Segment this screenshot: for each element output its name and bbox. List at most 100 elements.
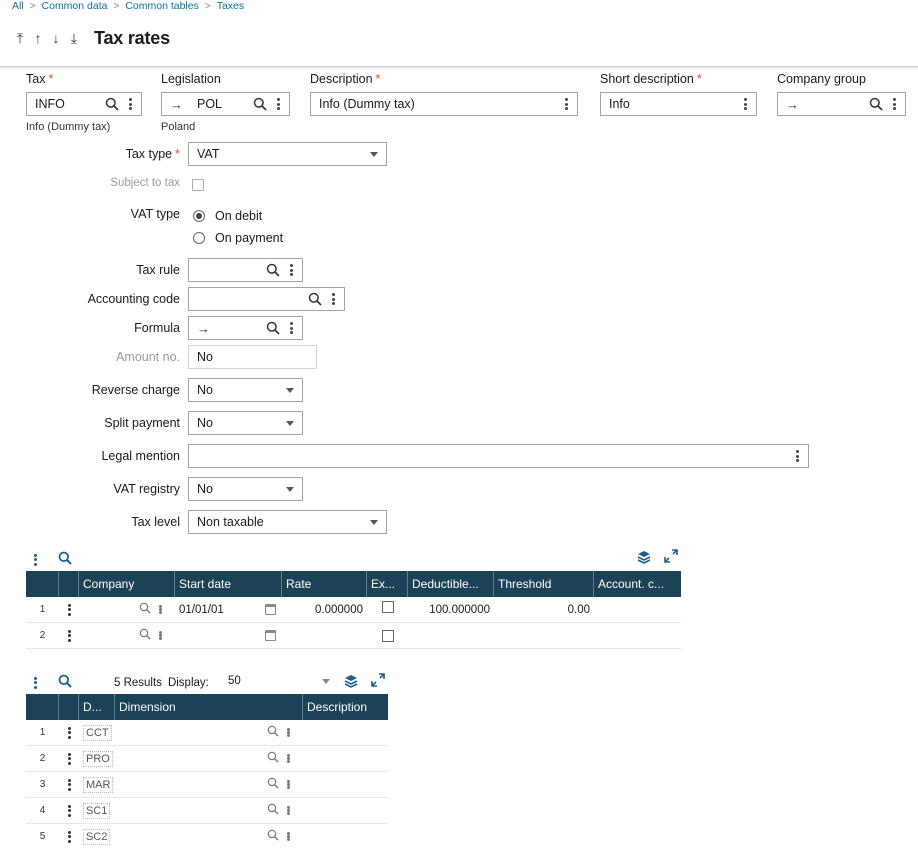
grid-search-icon[interactable] bbox=[58, 674, 72, 691]
more-options-icon[interactable] bbox=[283, 805, 293, 816]
dimension-code-cell[interactable]: CCT bbox=[79, 720, 115, 745]
search-icon[interactable] bbox=[266, 321, 280, 335]
start-date-cell[interactable] bbox=[175, 623, 282, 648]
description-cell[interactable] bbox=[303, 746, 388, 771]
more-options-icon[interactable] bbox=[283, 753, 293, 764]
legislation-field[interactable]: → POL bbox=[161, 92, 290, 116]
threshold-cell[interactable]: 0.00 bbox=[494, 597, 594, 622]
col-company[interactable]: Company bbox=[79, 571, 175, 597]
next-record-icon[interactable]: ↓ bbox=[48, 28, 64, 48]
row-menu-icon[interactable] bbox=[67, 830, 71, 843]
more-options-icon[interactable] bbox=[740, 97, 750, 111]
col-dimension[interactable]: Dimension bbox=[115, 694, 303, 720]
first-record-icon[interactable]: ⤒ bbox=[12, 28, 28, 48]
search-icon[interactable] bbox=[267, 751, 279, 766]
dimension-cell[interactable] bbox=[115, 772, 303, 797]
company-cell[interactable] bbox=[79, 597, 175, 622]
search-icon[interactable] bbox=[869, 97, 883, 111]
layers-icon[interactable] bbox=[344, 674, 358, 691]
row-menu-icon[interactable] bbox=[67, 752, 71, 765]
more-options-icon[interactable] bbox=[792, 449, 802, 463]
col-deductible[interactable]: Deductible... bbox=[408, 571, 494, 597]
col-threshold[interactable]: Threshold bbox=[494, 571, 594, 597]
calendar-icon[interactable] bbox=[265, 630, 276, 641]
dimension-cell[interactable] bbox=[115, 824, 303, 849]
deductible-cell[interactable]: 100.000000 bbox=[408, 597, 494, 622]
display-select[interactable]: 50 bbox=[222, 673, 332, 689]
breadcrumb-common-tables[interactable]: Common tables bbox=[125, 0, 199, 12]
more-options-icon[interactable] bbox=[283, 831, 293, 842]
tax-level-select[interactable]: Non taxable bbox=[188, 510, 387, 534]
breadcrumb-common-data[interactable]: Common data bbox=[42, 0, 108, 12]
more-options-icon[interactable] bbox=[286, 263, 296, 277]
formula-field[interactable]: → bbox=[188, 316, 303, 340]
last-record-icon[interactable]: ⤓ bbox=[66, 28, 82, 48]
more-options-icon[interactable] bbox=[283, 779, 293, 790]
search-icon[interactable] bbox=[308, 292, 322, 306]
grid-menu-icon[interactable] bbox=[33, 553, 37, 566]
row-menu-icon[interactable] bbox=[67, 778, 71, 791]
split-payment-select[interactable]: No bbox=[188, 411, 303, 435]
more-options-icon[interactable] bbox=[328, 292, 338, 306]
previous-record-icon[interactable]: ↑ bbox=[30, 28, 46, 48]
row-menu-icon[interactable] bbox=[67, 804, 71, 817]
more-options-icon[interactable] bbox=[283, 727, 293, 738]
radio-on-debit[interactable] bbox=[193, 210, 205, 222]
table-row[interactable]: 2 PRO bbox=[26, 746, 388, 772]
subject-to-tax-checkbox[interactable] bbox=[192, 179, 204, 191]
table-row[interactable]: 4 SC1 bbox=[26, 798, 388, 824]
row-menu-icon[interactable] bbox=[67, 603, 71, 616]
deductible-cell[interactable] bbox=[408, 623, 494, 648]
exempt-cell[interactable] bbox=[367, 597, 408, 622]
more-options-icon[interactable] bbox=[125, 97, 135, 111]
description-cell[interactable] bbox=[303, 824, 388, 849]
tax-field[interactable]: INFO bbox=[26, 92, 142, 116]
threshold-cell[interactable] bbox=[494, 623, 594, 648]
reverse-charge-select[interactable]: No bbox=[188, 378, 303, 402]
layers-icon[interactable] bbox=[637, 550, 651, 567]
search-icon[interactable] bbox=[267, 829, 279, 844]
search-icon[interactable] bbox=[139, 628, 151, 643]
table-row[interactable]: 1 CCT bbox=[26, 720, 388, 746]
exempt-checkbox[interactable] bbox=[381, 600, 394, 613]
more-options-icon[interactable] bbox=[889, 97, 899, 111]
table-row[interactable]: 3 MAR bbox=[26, 772, 388, 798]
search-icon[interactable] bbox=[253, 97, 267, 111]
account-cell[interactable] bbox=[594, 597, 681, 622]
col-description[interactable]: Description bbox=[303, 694, 388, 720]
search-icon[interactable] bbox=[105, 97, 119, 111]
search-icon[interactable] bbox=[266, 263, 280, 277]
tax-type-select[interactable]: VAT bbox=[188, 142, 387, 166]
grid-menu-icon[interactable] bbox=[33, 676, 37, 689]
more-options-icon[interactable] bbox=[273, 97, 283, 111]
description-cell[interactable] bbox=[303, 798, 388, 823]
breadcrumb-all[interactable]: All bbox=[12, 0, 24, 12]
arrow-right-icon[interactable]: → bbox=[197, 321, 210, 336]
rate-cell[interactable]: 0.000000 bbox=[282, 597, 367, 622]
dimension-cell[interactable] bbox=[115, 720, 303, 745]
description-cell[interactable] bbox=[303, 720, 388, 745]
dimension-code-cell[interactable]: SC1 bbox=[79, 798, 115, 823]
legal-mention-field[interactable] bbox=[188, 444, 809, 468]
more-options-icon[interactable] bbox=[155, 630, 165, 641]
table-row[interactable]: 5 SC2 bbox=[26, 824, 388, 849]
col-exempt[interactable]: Ex... bbox=[367, 571, 408, 597]
expand-icon[interactable] bbox=[371, 673, 385, 690]
col-dimension-code[interactable]: D... bbox=[79, 694, 115, 720]
company-cell[interactable] bbox=[79, 623, 175, 648]
rate-cell[interactable] bbox=[282, 623, 367, 648]
more-options-icon[interactable] bbox=[155, 604, 165, 615]
search-icon[interactable] bbox=[139, 602, 151, 617]
arrow-right-icon[interactable]: → bbox=[170, 97, 183, 112]
search-icon[interactable] bbox=[267, 725, 279, 740]
company-group-field[interactable]: → bbox=[777, 92, 906, 116]
table-row[interactable]: 1 01/01/01 0.000000 100.000000 0.00 bbox=[26, 597, 681, 623]
description-cell[interactable] bbox=[303, 772, 388, 797]
short-description-field[interactable]: Info bbox=[600, 92, 757, 116]
search-icon[interactable] bbox=[267, 803, 279, 818]
vat-type-on-payment[interactable]: On payment bbox=[193, 231, 283, 245]
col-rate[interactable]: Rate bbox=[282, 571, 367, 597]
col-account[interactable]: Account. c... bbox=[594, 571, 681, 597]
more-options-icon[interactable] bbox=[286, 321, 296, 335]
search-icon[interactable] bbox=[267, 777, 279, 792]
